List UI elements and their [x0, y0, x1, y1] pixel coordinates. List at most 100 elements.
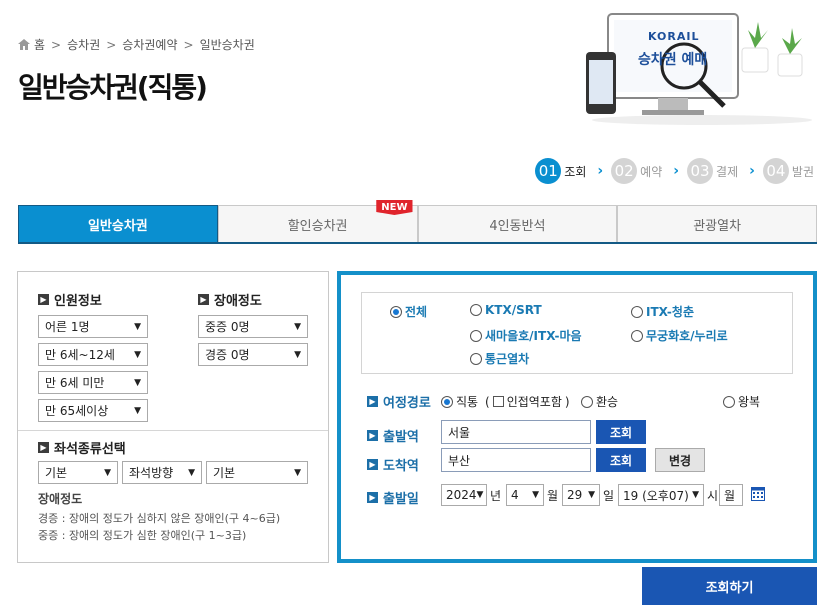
- arrow-right-icon: ▶: [367, 459, 378, 470]
- tab-four-seat[interactable]: 4인동반석: [417, 205, 618, 242]
- train-type-mugunghwa-radio[interactable]: 무궁화호/누리로: [631, 327, 728, 344]
- departure-label: ▶ 출발역: [367, 426, 419, 445]
- year-select[interactable]: 2024 ▼: [441, 484, 487, 506]
- radio-checked-icon: [441, 395, 453, 408]
- arrow-right-icon: ▶: [367, 430, 378, 441]
- month-select[interactable]: 4 ▼: [506, 484, 544, 506]
- chevron-down-icon: ▼: [294, 349, 301, 360]
- home-icon[interactable]: [18, 39, 30, 50]
- chevron-down-icon: ▼: [134, 405, 141, 416]
- divider: [18, 430, 328, 431]
- chevron-right-icon: >: [106, 37, 117, 52]
- radio-unchecked-icon: [631, 305, 643, 318]
- radio-unchecked-icon: [723, 395, 735, 408]
- nearby-station-checkbox[interactable]: (인접역포함): [485, 393, 570, 410]
- child-count-select[interactable]: 만 6세~12세 ▼: [38, 343, 148, 366]
- chevron-right-icon: ›: [597, 163, 604, 179]
- train-type-itx-cheongchun-radio[interactable]: ITX-청춘: [631, 303, 694, 320]
- tab-discount-ticket[interactable]: 할인승차권 NEW: [217, 200, 418, 242]
- step-issue: 04 발권: [762, 158, 814, 184]
- arrival-lookup-button[interactable]: 조회: [596, 448, 646, 472]
- chevron-down-icon: ▼: [588, 490, 595, 500]
- search-button[interactable]: 조회하기: [642, 567, 817, 605]
- tab-general-ticket[interactable]: 일반승차권: [18, 205, 218, 242]
- arrow-right-icon: ▶: [198, 294, 209, 305]
- chevron-down-icon: ▼: [532, 490, 539, 500]
- ticket-type-tabs: 일반승차권 할인승차권 NEW 4인동반석 관광열차: [18, 200, 817, 244]
- chevron-down-icon: ▼: [134, 349, 141, 360]
- chevron-right-icon: >: [51, 37, 62, 52]
- seat-direction-select[interactable]: 좌석방향 ▼: [122, 461, 202, 484]
- train-type-all-radio[interactable]: 전체: [390, 303, 427, 320]
- arrow-right-icon: ▶: [38, 442, 49, 453]
- chevron-down-icon: ▼: [104, 467, 111, 478]
- radio-unchecked-icon: [470, 329, 482, 342]
- adult-count-select[interactable]: 어른 1명 ▼: [38, 315, 148, 338]
- arrow-right-icon: ▶: [38, 294, 49, 305]
- chevron-down-icon: ▼: [134, 377, 141, 388]
- tab-tour-train[interactable]: 관광열차: [617, 205, 817, 242]
- train-type-ktx-radio[interactable]: KTX/SRT: [470, 303, 542, 317]
- route-direct-radio[interactable]: 직통: [441, 393, 478, 410]
- chevron-down-icon: ▼: [134, 321, 141, 332]
- disability-note-title: 장애정도: [38, 492, 83, 506]
- hour-select[interactable]: 19 (오후07) ▼: [618, 484, 704, 506]
- infant-count-select[interactable]: 만 6세 미만 ▼: [38, 371, 148, 394]
- radio-unchecked-icon: [581, 395, 593, 408]
- departure-date-label: ▶ 출발일: [367, 488, 419, 507]
- chevron-down-icon: ▼: [476, 490, 484, 500]
- chevron-right-icon: ›: [673, 163, 680, 179]
- seat-class-select[interactable]: 기본 ▼: [38, 461, 118, 484]
- arrow-right-icon: ▶: [367, 396, 378, 407]
- page-title: 일반승차권(직통): [18, 71, 208, 104]
- chevron-right-icon: >: [183, 37, 194, 52]
- breadcrumb-reservation[interactable]: 승차권예약: [122, 36, 177, 53]
- radio-unchecked-icon: [631, 329, 643, 342]
- korail-logo: KORAIL: [648, 30, 700, 43]
- train-type-saemaeul-radio[interactable]: 새마을호/ITX-마음: [470, 327, 582, 344]
- mild-disability-select[interactable]: 경증 0명 ▼: [198, 343, 308, 366]
- senior-count-select[interactable]: 만 65세이상 ▼: [38, 399, 148, 422]
- new-badge: NEW: [376, 200, 413, 215]
- arrival-label: ▶ 도착역: [367, 455, 419, 474]
- weekday-display: 월: [719, 484, 743, 506]
- severe-disability-select[interactable]: 중증 0명 ▼: [198, 315, 308, 338]
- breadcrumb-current: 일반승차권: [199, 38, 255, 52]
- progress-steps: 01 조회 › 02 예약 › 03 결제 › 04 발권: [535, 158, 814, 184]
- disability-note-mild: 경증 : 장애의 정도가 심하지 않은 장애인(구 4~6급): [38, 512, 281, 525]
- promo-caption: 승차권 예매: [638, 52, 708, 68]
- chevron-down-icon: ▼: [294, 467, 301, 478]
- breadcrumb: 홈 > 승차권 > 승차권예약 > 일반승차권: [18, 36, 255, 53]
- radio-unchecked-icon: [470, 352, 482, 365]
- passenger-header: ▶ 인원정보: [38, 290, 102, 309]
- route-panel: 전체 KTX/SRT ITX-청춘 새마을호/ITX-마음 무궁화호/누리로 통…: [337, 271, 817, 563]
- radio-unchecked-icon: [470, 304, 482, 316]
- swap-stations-button[interactable]: 변경: [655, 448, 705, 472]
- radio-checked-icon: [390, 305, 402, 318]
- departure-station-input[interactable]: 서울: [441, 420, 591, 444]
- chevron-down-icon: ▼: [294, 321, 301, 332]
- route-round-trip-radio[interactable]: 왕복: [723, 393, 760, 410]
- breadcrumb-ticket[interactable]: 승차권: [67, 36, 100, 53]
- chevron-down-icon: ▼: [188, 467, 195, 478]
- route-label: ▶ 여정경로: [367, 392, 431, 411]
- departure-lookup-button[interactable]: 조회: [596, 420, 646, 444]
- arrow-right-icon: ▶: [367, 492, 378, 503]
- day-select[interactable]: 29 ▼: [562, 484, 600, 506]
- disability-header: ▶ 장애정도: [198, 290, 262, 309]
- chevron-right-icon: ›: [749, 163, 755, 179]
- route-transfer-radio[interactable]: 환승: [581, 393, 618, 410]
- step-lookup: 01 조회 ›: [535, 158, 603, 184]
- breadcrumb-home[interactable]: 홈: [34, 36, 45, 53]
- seat-type-header: ▶ 좌석종류선택: [38, 438, 126, 457]
- train-type-box: 전체 KTX/SRT ITX-청춘 새마을호/ITX-마음 무궁화호/누리로 통…: [361, 292, 793, 374]
- chevron-down-icon: ▼: [692, 490, 699, 500]
- calendar-icon[interactable]: [751, 487, 765, 501]
- disability-note-severe: 중증 : 장애의 정도가 심한 장애인(구 1~3급): [38, 529, 247, 542]
- arrival-station-input[interactable]: 부산: [441, 448, 591, 472]
- train-type-commuter-radio[interactable]: 통근열차: [470, 350, 529, 367]
- checkbox-icon: [492, 396, 504, 407]
- step-payment: 03 결제 ›: [687, 158, 755, 184]
- step-reserve: 02 예약 ›: [611, 158, 679, 184]
- seat-option-select[interactable]: 기본 ▼: [206, 461, 308, 484]
